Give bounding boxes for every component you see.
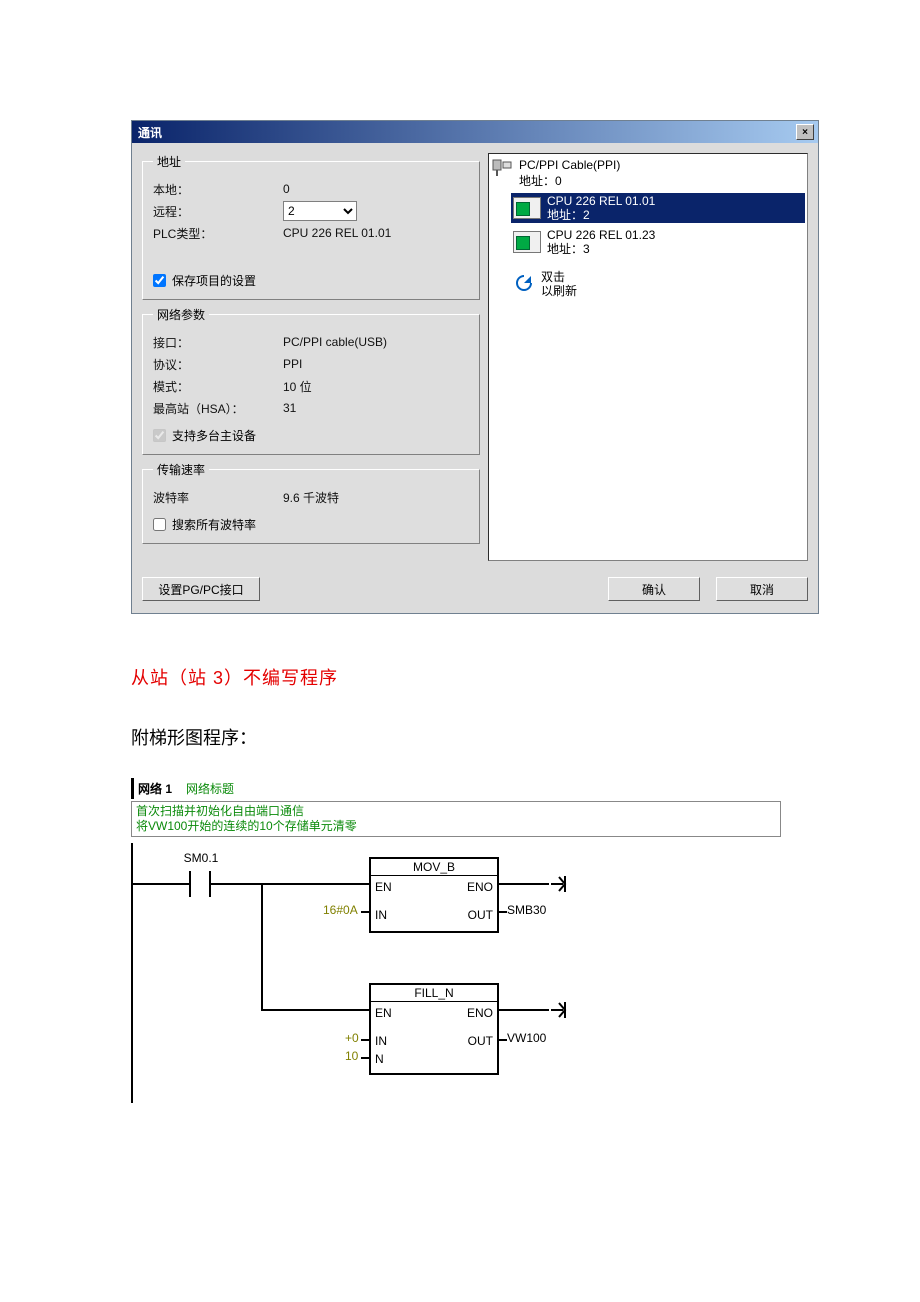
movb-out-value: SMB30 xyxy=(507,903,546,917)
pin-in: IN xyxy=(375,1034,387,1048)
refresh-line2: 以刷新 xyxy=(541,284,577,298)
tree-item-name: CPU 226 REL 01.01 xyxy=(547,194,655,208)
desc-line2: 将VW100开始的连续的10个存储单元清零 xyxy=(136,819,776,834)
refresh-icon xyxy=(513,273,535,296)
remote-combobox[interactable]: 2 xyxy=(283,201,357,221)
titlebar: 通讯 × xyxy=(132,121,818,143)
network-description: 首次扫描并初始化自由端口通信 将VW100开始的连续的10个存储单元清零 xyxy=(131,801,781,837)
pin-out: OUT xyxy=(468,908,493,922)
network-params-legend: 网络参数 xyxy=(153,306,209,323)
save-settings-checkbox[interactable] xyxy=(153,274,166,287)
local-value: 0 xyxy=(283,182,469,196)
filln-in-value: +0 xyxy=(345,1031,359,1045)
pin-in: IN xyxy=(375,908,387,922)
tree-item-cpu-3[interactable]: CPU 226 REL 01.23 地址：3 xyxy=(511,227,805,257)
mode-value: 10 位 xyxy=(283,378,469,395)
tree-root-name: PC/PPI Cable(PPI) xyxy=(519,158,620,172)
note-text-red: 从站（站 3）不编写程序 xyxy=(131,664,920,690)
search-baud-checkbox[interactable] xyxy=(153,518,166,531)
network-header: 网络 1 网络标题 xyxy=(131,778,781,799)
cable-icon xyxy=(491,158,515,185)
eno-arrow-icon xyxy=(549,999,571,1021)
pin-out: OUT xyxy=(468,1034,493,1048)
pin-en: EN xyxy=(375,880,392,894)
mode-label: 模式： xyxy=(153,378,283,395)
interface-value: PC/PPI cable(USB) xyxy=(283,335,469,349)
protocol-value: PPI xyxy=(283,357,469,371)
filln-n-value: 10 xyxy=(345,1049,358,1063)
tree-root[interactable]: PC/PPI Cable(PPI) 地址：0 xyxy=(491,158,805,189)
tree-item-cpu-2[interactable]: CPU 226 REL 01.01 地址：2 xyxy=(511,193,805,223)
baud-group: 传输速率 波特率 9.6 千波特 搜索所有波特率 xyxy=(142,461,480,544)
desc-line1: 首次扫描并初始化自由端口通信 xyxy=(136,804,776,819)
hsa-label: 最高站（HSA）： xyxy=(153,400,283,417)
tree-root-addr: 地址：0 xyxy=(519,172,620,189)
plc-icon xyxy=(513,231,541,253)
protocol-label: 协议： xyxy=(153,356,283,373)
interface-label: 接口： xyxy=(153,334,283,351)
network-params-group: 网络参数 接口： PC/PPI cable(USB) 协议： PPI 模式： 1… xyxy=(142,306,480,455)
remote-label: 远程： xyxy=(153,203,283,220)
local-label: 本地： xyxy=(153,181,283,198)
contact-sm01 xyxy=(189,871,211,897)
tree-item-addr: 地址：3 xyxy=(547,242,655,256)
right-column: PC/PPI Cable(PPI) 地址：0 CPU 226 REL 01.01… xyxy=(488,153,808,561)
movb-in-value: 16#0A xyxy=(323,903,358,917)
fblock-title: MOV_B xyxy=(371,859,497,876)
save-settings-label: 保存项目的设置 xyxy=(172,272,256,289)
ladder-diagram: 网络 1 网络标题 首次扫描并初始化自由端口通信 将VW100开始的连续的10个… xyxy=(131,778,781,1103)
eno-arrow-icon xyxy=(549,873,571,895)
tree-item-addr: 地址：2 xyxy=(547,208,655,222)
function-block-filln: FILL_N EN ENO IN OUT N xyxy=(369,983,499,1075)
tree-refresh[interactable]: 双击 以刷新 xyxy=(511,269,805,299)
pin-eno: ENO xyxy=(467,1006,493,1020)
left-rail xyxy=(131,843,133,1103)
filln-out-value: VW100 xyxy=(507,1031,546,1045)
fblock-title: FILL_N xyxy=(371,985,497,1002)
hsa-value: 31 xyxy=(283,401,469,415)
plctype-label: PLC类型： xyxy=(153,225,283,242)
network-number: 网络 1 xyxy=(138,780,172,797)
tree-item-name: CPU 226 REL 01.23 xyxy=(547,228,655,242)
address-group: 地址 本地： 0 远程： 2 PLC类型： CPU 226 REL 01.01 xyxy=(142,153,480,300)
search-baud-label: 搜索所有波特率 xyxy=(172,516,256,533)
network-title: 网络标题 xyxy=(186,780,234,797)
multimaster-label: 支持多台主设备 xyxy=(172,427,256,444)
dialog-title: 通讯 xyxy=(138,124,162,141)
baud-legend: 传输速率 xyxy=(153,461,209,478)
function-block-movb: MOV_B EN ENO IN OUT xyxy=(369,857,499,933)
left-column: 地址 本地： 0 远程： 2 PLC类型： CPU 226 REL 01.01 xyxy=(142,153,480,561)
contact-label: SM0.1 xyxy=(171,851,231,865)
note-text-black: 附梯形图程序： xyxy=(131,724,920,750)
dialog-footer: 设置PG/PC接口 确认 取消 xyxy=(132,571,818,613)
cancel-button[interactable]: 取消 xyxy=(716,577,808,601)
close-button[interactable]: × xyxy=(796,124,814,140)
pgpc-button[interactable]: 设置PG/PC接口 xyxy=(142,577,260,601)
baud-label: 波特率 xyxy=(153,489,283,506)
baud-value: 9.6 千波特 xyxy=(283,489,469,506)
multimaster-checkbox xyxy=(153,429,166,442)
plctype-value: CPU 226 REL 01.01 xyxy=(283,226,469,240)
pin-en: EN xyxy=(375,1006,392,1020)
ladder-rung: SM0.1 MOV_B EN ENO IN OUT 16#0A SMB30 FI… xyxy=(131,843,781,1103)
pin-eno: ENO xyxy=(467,880,493,894)
ok-button[interactable]: 确认 xyxy=(608,577,700,601)
refresh-line1: 双击 xyxy=(541,270,577,284)
plc-icon xyxy=(513,197,541,219)
device-tree[interactable]: PC/PPI Cable(PPI) 地址：0 CPU 226 REL 01.01… xyxy=(488,153,808,561)
communication-dialog: 通讯 × 地址 本地： 0 远程： 2 PL xyxy=(131,120,819,614)
pin-n: N xyxy=(375,1052,384,1066)
address-legend: 地址 xyxy=(153,153,185,170)
